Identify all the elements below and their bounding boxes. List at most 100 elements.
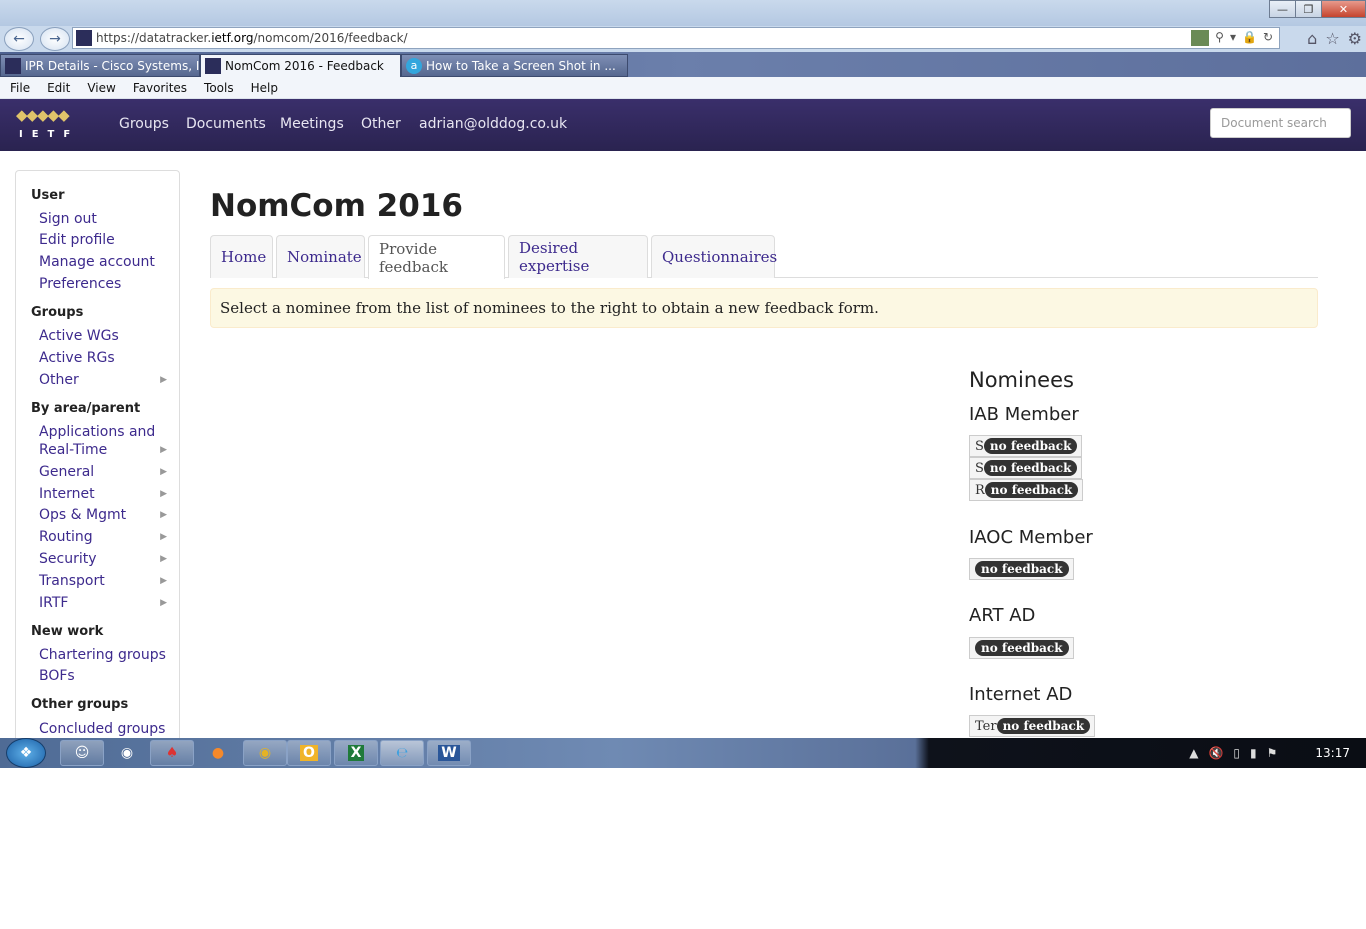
sidebar-item-chartering[interactable]: Chartering groups <box>39 646 166 664</box>
browser-right-icons: ⌂ ☆ ⚙ <box>1307 29 1362 48</box>
position-iaoc-member: IAOC Member <box>969 527 1093 548</box>
taskbar-app-chrome[interactable]: ◉ <box>243 740 287 766</box>
taskbar-app-outlook[interactable]: O <box>287 740 331 766</box>
logo-text: IETF <box>19 129 80 140</box>
minimize-button[interactable]: — <box>1269 0 1296 18</box>
action-center-flag-icon[interactable]: ⚑ <box>1267 746 1278 760</box>
sidebar-item-manage-account[interactable]: Manage account <box>39 253 155 271</box>
window-titlebar: — ❐ ✕ <box>0 0 1366 26</box>
nav-other[interactable]: Other <box>361 116 401 132</box>
start-button[interactable]: ❖ <box>6 738 46 768</box>
sidebar-item-edit-profile[interactable]: Edit profile <box>39 231 115 249</box>
sidebar-item-security[interactable]: Security <box>39 550 97 568</box>
maximize-button[interactable]: ❐ <box>1295 0 1322 18</box>
taskbar-app-pidgin[interactable]: ☺ <box>60 740 104 766</box>
nominee-button[interactable]: no feedback <box>969 558 1074 580</box>
tab-home[interactable]: Home <box>210 235 273 278</box>
sidebar-item-real-time[interactable]: Real-Time <box>39 441 107 459</box>
nominee-button[interactable]: Rno feedback <box>969 479 1084 501</box>
position-iab-member: IAB Member <box>969 404 1079 425</box>
sidebar-item-transport[interactable]: Transport <box>39 572 105 590</box>
menu-tools[interactable]: Tools <box>204 81 234 95</box>
menu-edit[interactable]: Edit <box>47 81 70 95</box>
nominee-button[interactable]: Sno feedback <box>969 435 1083 457</box>
ie-icon: ℮ <box>396 745 408 761</box>
compatibility-icon[interactable] <box>1191 30 1210 46</box>
game-app-icon: ♠ <box>165 745 179 761</box>
document-search-input[interactable]: Document search <box>1210 108 1351 138</box>
url-prefix: https://datatracker. <box>96 31 212 45</box>
taskbar-app-word[interactable]: W <box>427 740 471 766</box>
windows-logo-icon: ❖ <box>19 745 33 761</box>
menu-help[interactable]: Help <box>251 81 278 95</box>
forward-button[interactable]: → <box>40 27 70 51</box>
submenu-arrow-icon: ▶ <box>160 375 167 385</box>
system-tray: ▲ 🔇 ▯ ▮ ⚑ 13:17 <box>1189 738 1350 768</box>
feedback-badge: no feedback <box>975 640 1069 656</box>
sidebar-item-bofs[interactable]: BOFs <box>39 667 75 685</box>
tab-nominate[interactable]: Nominate <box>276 235 365 278</box>
chat-app-icon: ☺ <box>74 745 90 761</box>
sidebar-item-routing[interactable]: Routing <box>39 528 93 546</box>
sidebar-item-other[interactable]: Other <box>39 371 79 389</box>
sidebar-item-active-wgs[interactable]: Active WGs <box>39 327 119 345</box>
menu-file[interactable]: File <box>10 81 30 95</box>
tab-desired-expertise[interactable]: Desired expertise <box>508 235 648 278</box>
taskbar-app-excel[interactable]: X <box>334 740 378 766</box>
nav-groups[interactable]: Groups <box>119 116 169 132</box>
browser-tab-screenshot[interactable]: a How to Take a Screen Shot in ... <box>401 54 628 77</box>
ietf-logo[interactable]: ◆◆◆◆◆ IETF <box>16 107 74 143</box>
nominee-button[interactable]: Ter no feedback <box>969 715 1096 737</box>
sidebar-item-internet[interactable]: Internet <box>39 485 95 503</box>
windows-taskbar: ❖ ☺ ◉ ♠ ● ◉ O X ℮ W ▲ 🔇 ▯ ▮ ⚑ 13:17 <box>0 738 1366 768</box>
sidebar-item-irtf[interactable]: IRTF <box>39 594 68 612</box>
refresh-icon[interactable]: ↻ <box>1263 30 1273 46</box>
sidebar-item-applications[interactable]: Applications and <box>39 423 155 441</box>
browser-tab-nomcom[interactable]: NomCom 2016 - Feedback ✕ <box>200 54 401 77</box>
taskbar-app-game[interactable]: ♠ <box>150 740 194 766</box>
clock[interactable]: 13:17 <box>1315 746 1350 760</box>
address-url[interactable]: https://datatracker.ietf.org/nomcom/2016… <box>96 31 1191 45</box>
tab-provide-feedback[interactable]: Provide feedback <box>368 235 505 279</box>
browser-tab-ipr[interactable]: IPR Details - Cisco Systems, Inc.... <box>0 54 200 77</box>
submenu-arrow-icon: ▶ <box>160 489 167 499</box>
back-button[interactable]: ← <box>4 27 34 51</box>
home-icon[interactable]: ⌂ <box>1307 29 1317 48</box>
sidebar-item-active-rgs[interactable]: Active RGs <box>39 349 115 367</box>
network-signal-icon[interactable]: ▮ <box>1250 746 1257 760</box>
taskbar-app-gimp[interactable]: ◉ <box>105 740 149 766</box>
tab-label: NomCom 2016 - Feedback <box>225 59 384 73</box>
sidebar-item-sign-out[interactable]: Sign out <box>39 210 97 228</box>
menu-favorites[interactable]: Favorites <box>133 81 187 95</box>
menu-bar: File Edit View Favorites Tools Help <box>0 77 1366 99</box>
nominee-button[interactable]: no feedback <box>969 637 1074 659</box>
sidebar-heading-groups: Groups <box>31 305 84 320</box>
tab-label: How to Take a Screen Shot in ... <box>426 58 616 73</box>
nominee-button[interactable]: Sno feedback <box>969 457 1083 479</box>
sidebar-item-ops-mgmt[interactable]: Ops & Mgmt <box>39 506 126 524</box>
position-art-ad: ART AD <box>969 605 1036 626</box>
favorites-star-icon[interactable]: ☆ <box>1325 29 1339 48</box>
settings-gear-icon[interactable]: ⚙ <box>1348 29 1362 48</box>
show-hidden-icons-icon[interactable]: ▲ <box>1189 746 1198 760</box>
submenu-arrow-icon: ▶ <box>160 510 167 520</box>
nav-meetings[interactable]: Meetings <box>280 116 344 132</box>
sidebar-item-general[interactable]: General <box>39 463 94 481</box>
nav-user-email[interactable]: adrian@olddog.co.uk <box>419 116 567 132</box>
search-icon[interactable]: ⚲ <box>1215 30 1224 46</box>
sidebar-item-concluded[interactable]: Concluded groups <box>39 720 165 738</box>
lock-icon[interactable]: 🔒 <box>1242 30 1257 46</box>
power-icon[interactable]: ▯ <box>1233 746 1240 760</box>
taskbar-app-firefox[interactable]: ● <box>196 740 240 766</box>
close-window-button[interactable]: ✕ <box>1321 0 1366 18</box>
address-bar[interactable]: https://datatracker.ietf.org/nomcom/2016… <box>72 27 1280 49</box>
sidebar-item-preferences[interactable]: Preferences <box>39 275 121 293</box>
nav-documents[interactable]: Documents <box>186 116 266 132</box>
tab-questionnaires[interactable]: Questionnaires <box>651 235 777 278</box>
feedback-badge: no feedback <box>975 561 1069 577</box>
menu-view[interactable]: View <box>87 81 115 95</box>
volume-muted-icon[interactable]: 🔇 <box>1208 746 1223 760</box>
dropdown-icon[interactable]: ▾ <box>1230 30 1236 46</box>
taskbar-app-internet-explorer[interactable]: ℮ <box>380 740 424 766</box>
url-domain: ietf.org <box>211 31 254 45</box>
